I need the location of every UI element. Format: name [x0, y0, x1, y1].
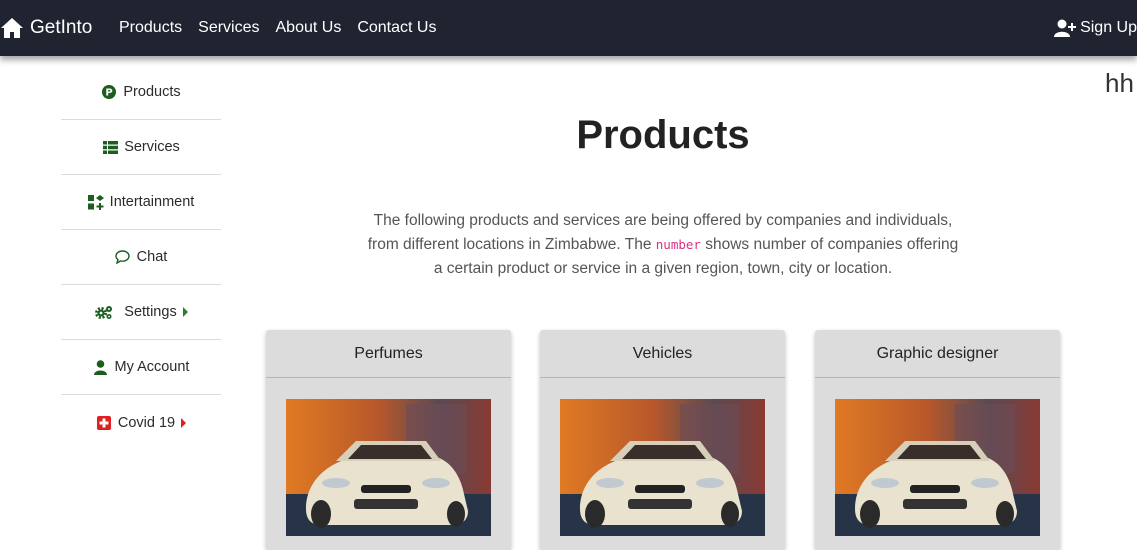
sidebar-item-covid[interactable]: Covid 19	[61, 395, 221, 450]
svg-text:P: P	[106, 88, 113, 99]
nav-link-contact[interactable]: Contact Us	[357, 19, 436, 37]
sidebar-item-label: Products	[123, 84, 181, 100]
sidebar-item-services[interactable]: Services	[61, 120, 221, 175]
card-title: Vehicles	[540, 330, 785, 378]
gamepad-icon	[87, 194, 104, 210]
sidebar-item-label: Chat	[136, 249, 168, 265]
sidebar-item-my-account[interactable]: My Account	[61, 340, 221, 395]
top-navbar: GetInto Products Services About Us Conta…	[0, 0, 1137, 56]
number-code: number	[655, 237, 701, 252]
product-p-icon: P	[101, 84, 117, 100]
home-icon	[1, 18, 23, 38]
intro-text: The following products and services are …	[362, 209, 964, 281]
user-icon	[93, 359, 109, 375]
corner-text: hh	[1105, 68, 1134, 98]
sidebar-item-intertainment[interactable]: Intertainment	[61, 175, 221, 230]
sidebar-item-label: Settings	[124, 304, 177, 320]
user-plus-icon	[1054, 19, 1077, 37]
nav-link-services[interactable]: Services	[198, 19, 259, 37]
chat-bubble-icon	[115, 249, 131, 265]
card-car-image[interactable]	[286, 399, 491, 536]
card-title: Graphic designer	[815, 330, 1060, 378]
brand-name: GetInto	[30, 17, 93, 38]
gears-icon	[94, 304, 114, 320]
nav-link-products[interactable]: Products	[119, 19, 182, 37]
page-title: Products	[576, 113, 750, 157]
card-car-image[interactable]	[560, 399, 765, 536]
medical-cross-icon	[96, 415, 112, 431]
sidebar-item-chat[interactable]: Chat	[61, 230, 221, 285]
signup-label: Sign Up	[1080, 19, 1137, 36]
sidebar-item-settings[interactable]: Settings	[61, 285, 221, 340]
card-title: Perfumes	[266, 330, 511, 378]
brand-link[interactable]: GetInto	[0, 0, 92, 56]
list-icon	[102, 139, 118, 155]
sidebar-item-products[interactable]: P Products	[61, 65, 221, 120]
product-card-graphic-designer[interactable]: Graphic designer	[815, 330, 1060, 550]
signup-button[interactable]: Sign Up	[1054, 0, 1137, 56]
card-car-image[interactable]	[835, 399, 1040, 536]
sidebar-item-label: My Account	[114, 359, 190, 375]
caret-right-icon	[182, 307, 188, 317]
sidebar-item-label: Covid 19	[117, 414, 176, 431]
sidebar-item-label: Intertainment	[109, 194, 195, 210]
sidebar: P Products Services Intertainment Chat S…	[61, 65, 221, 450]
product-card-perfumes[interactable]: Perfumes	[266, 330, 511, 550]
nav-links: Products Services About Us Contact Us	[119, 0, 452, 56]
caret-right-icon	[181, 417, 187, 428]
nav-link-about[interactable]: About Us	[276, 19, 342, 37]
sidebar-item-label: Services	[124, 139, 180, 155]
product-card-vehicles[interactable]: Vehicles	[540, 330, 785, 550]
